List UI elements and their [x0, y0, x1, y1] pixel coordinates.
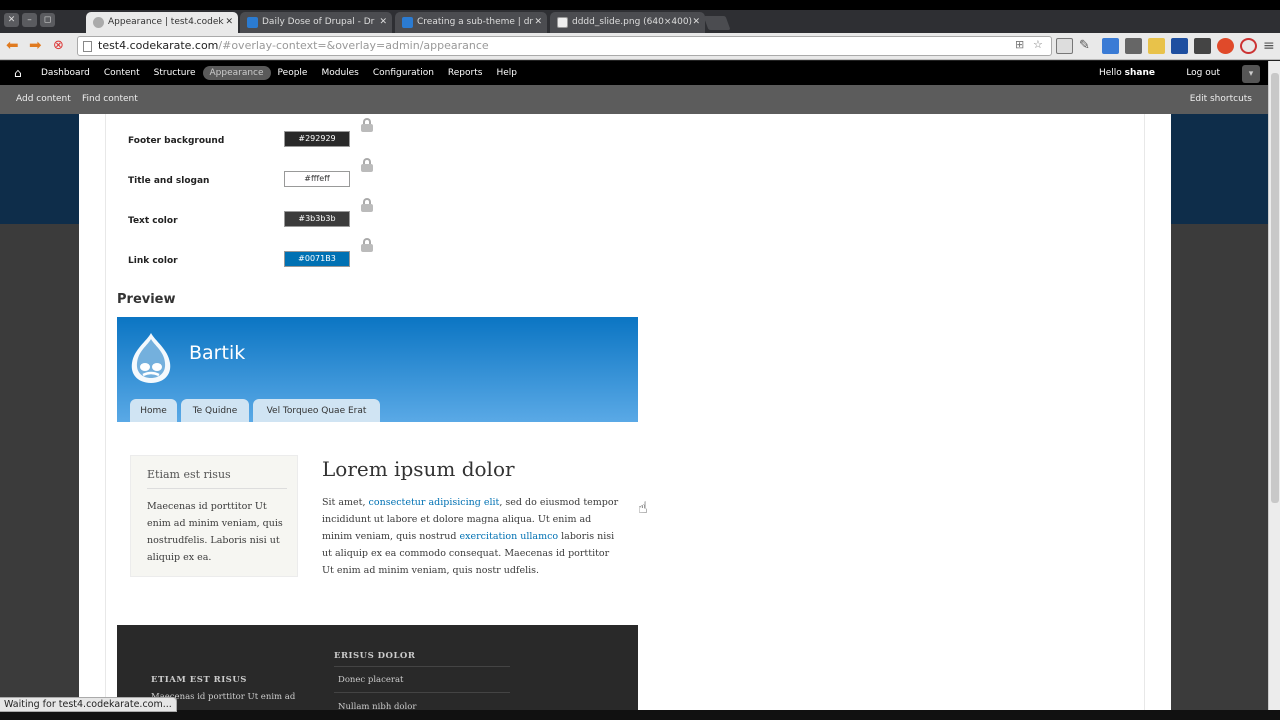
browser-tab-daily-dose[interactable]: Daily Dose of Drupal - Dr ✕: [240, 12, 392, 33]
scrollbar-thumb[interactable]: [1271, 73, 1279, 503]
drupal-logo-icon: [131, 333, 171, 383]
footer-col1-title: ETIAM EST RISUS: [151, 675, 247, 685]
text-color-input[interactable]: #3b3b3b: [284, 211, 350, 227]
lock-icon[interactable]: [361, 118, 373, 132]
browser-tab-appearance[interactable]: Appearance | test4.codek ✕: [86, 12, 238, 33]
mouse-cursor-icon: ☝: [638, 498, 648, 517]
preview-tab-vel-torqueo: Vel Torqueo Quae Erat: [253, 399, 380, 422]
preview-tab-home: Home: [130, 399, 177, 422]
title-slogan-input[interactable]: #fffeff: [284, 171, 350, 187]
menu-dashboard[interactable]: Dashboard: [34, 66, 97, 80]
extension-dark-icon[interactable]: [1125, 38, 1142, 54]
stop-icon[interactable]: ⊗: [53, 37, 64, 54]
add-content-link[interactable]: Add content: [16, 94, 71, 104]
drupal-favicon-icon: [402, 17, 413, 28]
address-bar[interactable]: test4.codekarate.com/#overlay-context=&o…: [77, 36, 1052, 56]
preview-link: exercitation ullamco: [459, 531, 559, 542]
menu-modules[interactable]: Modules: [314, 66, 365, 80]
extension-screen-icon[interactable]: [1102, 38, 1119, 54]
menu-content[interactable]: Content: [97, 66, 147, 80]
divider: [334, 692, 510, 693]
close-tab-icon[interactable]: ✕: [225, 12, 233, 33]
extension-mail-icon[interactable]: [1148, 38, 1165, 54]
find-content-link[interactable]: Find content: [82, 94, 138, 104]
edit-shortcuts-link[interactable]: Edit shortcuts: [1190, 94, 1252, 104]
lock-icon[interactable]: [361, 198, 373, 212]
preview-main-title: Lorem ipsum dolor: [322, 457, 515, 481]
menu-reports[interactable]: Reports: [441, 66, 490, 80]
logout-link[interactable]: Log out: [1186, 68, 1220, 78]
admin-menu: Dashboard Content Structure Appearance P…: [34, 61, 524, 85]
shortcut-bar: Add content Find content Edit shortcuts: [0, 85, 1268, 114]
preview-site-name: Bartik: [189, 342, 246, 364]
loading-icon: [93, 17, 104, 28]
preview-main-text: Sit amet, consectetur adipisicing elit, …: [322, 497, 619, 576]
preview-sidebar-text: Maecenas id porttitor Ut enim ad minim v…: [147, 501, 283, 563]
title-slogan-label: Title and slogan: [128, 176, 210, 186]
browser-tab-sub-theme[interactable]: Creating a sub-theme | dr ✕: [395, 12, 547, 33]
page-icon: [83, 41, 92, 52]
preview-heading: Preview: [117, 292, 176, 307]
hello-user: Hello shane: [1098, 68, 1155, 78]
extension-red-icon[interactable]: [1217, 38, 1234, 54]
close-tab-icon[interactable]: ✕: [692, 12, 700, 33]
menu-configuration[interactable]: Configuration: [366, 66, 441, 80]
menu-people[interactable]: People: [271, 66, 315, 80]
browser-tab-bar: ✕ – ◻ Appearance | test4.codek ✕ Daily D…: [0, 10, 1280, 33]
browser-status-bubble: Waiting for test4.codekarate.com...: [0, 697, 177, 712]
link-color-input[interactable]: #0071B3: [284, 251, 350, 267]
toggle-shortcuts-icon[interactable]: ▾: [1242, 65, 1260, 83]
footer-background-input[interactable]: #292929: [284, 131, 350, 147]
eyedropper-icon[interactable]: ✎: [1079, 38, 1096, 54]
home-icon[interactable]: ⌂: [14, 66, 22, 80]
divider: [334, 666, 510, 667]
menu-icon[interactable]: ≡: [1263, 38, 1280, 54]
preview-footer: ETIAM EST RISUS Maecenas id porttitor Ut…: [117, 625, 638, 712]
preview-sidebar-block: Etiam est risus Maecenas id porttitor Ut…: [130, 455, 298, 577]
close-tab-icon[interactable]: ✕: [534, 12, 542, 33]
footer-col2-title: ERISUS DOLOR: [334, 651, 416, 661]
new-tab-button[interactable]: [703, 16, 731, 30]
image-favicon-icon: [557, 17, 568, 28]
menu-help[interactable]: Help: [489, 66, 524, 80]
username-link[interactable]: shane: [1125, 68, 1155, 78]
extension-circle-icon[interactable]: [1240, 38, 1257, 54]
window-close-icon[interactable]: ✕: [4, 13, 19, 27]
page-action-icon[interactable]: ⊞: [1015, 39, 1027, 51]
extension-i-icon[interactable]: [1056, 38, 1073, 54]
preview-link: consectetur adipisicing elit: [368, 497, 500, 508]
browser-toolbar: ⬅ ➡ ⊗ test4.codekarate.com/#overlay-cont…: [0, 33, 1280, 60]
forward-icon[interactable]: ➡: [29, 37, 42, 54]
menu-appearance[interactable]: Appearance: [202, 66, 271, 80]
text-color-label: Text color: [128, 216, 178, 226]
extension-blue-icon[interactable]: [1171, 38, 1188, 54]
drupal-favicon-icon: [247, 17, 258, 28]
page-scrollbar[interactable]: [1268, 61, 1280, 710]
window-minimize-icon[interactable]: –: [22, 13, 37, 27]
menu-structure[interactable]: Structure: [147, 66, 203, 80]
lock-icon[interactable]: [361, 158, 373, 172]
close-tab-icon[interactable]: ✕: [379, 12, 387, 33]
video-letterbox-bottom: [0, 710, 1280, 720]
preview-tab-te-quidne: Te Quidne: [181, 399, 249, 422]
browser-tab-image[interactable]: dddd_slide.png (640×400) ✕: [550, 12, 705, 33]
bookmark-star-icon[interactable]: ☆: [1033, 39, 1045, 51]
link-color-label: Link color: [128, 256, 178, 266]
divider: [147, 488, 287, 489]
extension-gray-icon[interactable]: [1194, 38, 1211, 54]
video-letterbox-top: [0, 0, 1280, 10]
lock-icon[interactable]: [361, 238, 373, 252]
preview-sidebar-title: Etiam est risus: [147, 468, 231, 481]
drupal-admin-toolbar: ⌂ Dashboard Content Structure Appearance…: [0, 61, 1268, 85]
window-maximize-icon[interactable]: ◻: [40, 13, 55, 27]
footer-background-label: Footer background: [128, 136, 225, 146]
back-icon[interactable]: ⬅: [6, 37, 19, 54]
footer-col2-item: Donec placerat: [338, 675, 404, 685]
